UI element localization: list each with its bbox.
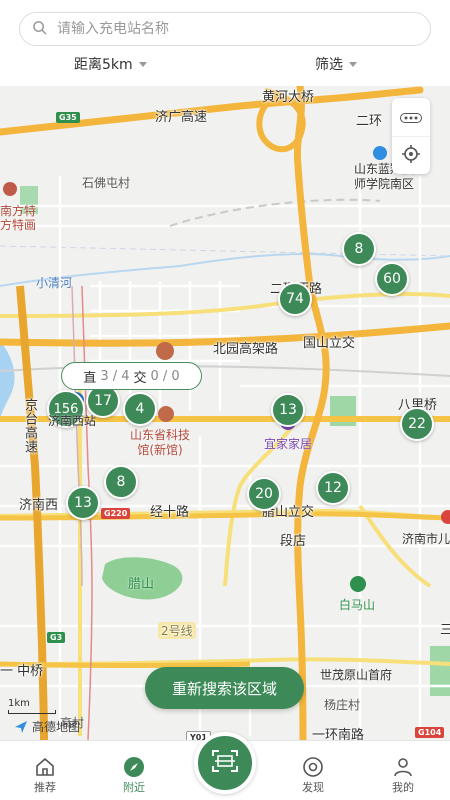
station-marker[interactable]: 8 (342, 232, 376, 266)
tab-discover[interactable]: 发现 (283, 755, 343, 795)
user-icon (373, 755, 433, 779)
search-input[interactable] (57, 21, 397, 37)
more-button[interactable] (392, 98, 430, 136)
filter-row: 距离5km 筛选 (0, 54, 450, 76)
research-area-button[interactable]: 重新搜索该区域 (145, 667, 304, 709)
distance-filter-label: 距离5km (74, 57, 133, 73)
scale-bar (8, 710, 56, 714)
map-provider-label: 高德地图 (32, 720, 81, 734)
poi-jinan-city[interactable]: 济南市儿 (402, 530, 450, 547)
road-label-zhongqiao: 一 中桥 (0, 664, 44, 679)
map-tools (392, 98, 430, 174)
station-marker[interactable]: 22 (400, 407, 434, 441)
poi-government-icon (156, 342, 174, 360)
locate-icon (401, 144, 421, 168)
tab-recommend-label: 推荐 (34, 781, 56, 794)
road-label-yihuannan: 一环南路 (312, 728, 365, 740)
tab-discover-label: 发现 (302, 781, 324, 794)
poi-lashan[interactable]: 腊山 (128, 573, 154, 592)
road-label-beiyuan: 北园高架路 (213, 342, 279, 357)
station-marker[interactable]: 60 (375, 262, 409, 296)
poi-nanfang[interactable]: 南方特 方特画 (0, 204, 36, 232)
road-label-jinan-west: 济南西 (19, 498, 59, 513)
distance-filter[interactable]: 距离5km (74, 54, 147, 74)
more-icon (400, 108, 422, 127)
poi-science-museum[interactable]: 山东省科技 馆(新馆) (130, 428, 190, 458)
road-label-san: 三 (440, 623, 450, 638)
tab-mine[interactable]: 我的 (373, 755, 433, 795)
search-box[interactable] (19, 12, 431, 46)
tab-nearby[interactable]: 附近 (104, 755, 164, 795)
chevron-down-icon (349, 61, 357, 67)
locate-button[interactable] (392, 136, 430, 174)
top-bar: 距离5km 筛选 (0, 0, 450, 86)
g104-shield: G104 (415, 727, 445, 738)
map-view[interactable]: G35 G220 G3 G104 Y01 2号线 济广高速 黄河大桥 二环 二环… (0, 86, 450, 740)
more-filter[interactable]: 筛选 (315, 54, 357, 74)
tab-recommend[interactable]: 推荐 (15, 755, 75, 795)
g35-shield: G35 (56, 112, 80, 123)
g220-shield: G220 (101, 508, 131, 519)
poi-xiaoqinghe[interactable]: 小清河 (36, 274, 72, 291)
scale-label: 1km (8, 698, 30, 709)
poi-park-icon (3, 182, 17, 196)
amap-logo-icon (15, 720, 27, 733)
station-marker[interactable]: 8 (104, 465, 138, 499)
poi-hospital-icon (441, 510, 450, 524)
tab-nearby-label: 附近 (123, 781, 145, 794)
search-icon (32, 20, 47, 39)
road-label-guoshan: 国山立交 (303, 336, 356, 351)
road-label-huanghe-bridge: 黄河大桥 (262, 90, 315, 105)
station-marker[interactable]: 20 (247, 477, 281, 511)
station-marker[interactable]: 13 (271, 393, 305, 427)
app-root: 距离5km 筛选 (0, 0, 450, 800)
poi-baimashan[interactable]: 白马山 (339, 596, 375, 613)
map-scale: 1km (8, 698, 56, 714)
station-marker[interactable]: 13 (66, 486, 100, 520)
tooltip-zhi-label: 直 (83, 370, 97, 386)
poi-yangzhuang[interactable]: 杨庄村 (324, 696, 360, 713)
station-marker[interactable]: 74 (278, 282, 312, 316)
road-label-duandian: 段店 (280, 534, 307, 549)
poi-museum-icon (158, 406, 174, 422)
road-label-jingtai: 京台高速 (22, 398, 37, 454)
poi-school-icon (373, 146, 387, 160)
poi-yijia[interactable]: 宜家家居 (264, 435, 312, 452)
g3-shield: G3 (47, 632, 66, 643)
poi-shifo[interactable]: 石佛屯村 (82, 174, 130, 191)
discover-icon (283, 755, 343, 779)
metro-line-label: 2号线 (158, 622, 196, 639)
poi-shimao[interactable]: 世茂原山首府 (320, 666, 392, 683)
tooltip-zhi-value: 3 / 4 (100, 368, 130, 384)
tooltip-jiao-label: 交 (133, 370, 147, 386)
chevron-down-icon (138, 61, 147, 67)
road-label-jingshi: 经十路 (150, 505, 190, 520)
more-filter-label: 筛选 (315, 57, 343, 73)
map-provider-logo: 高德地图 (14, 718, 80, 735)
scan-button[interactable] (194, 732, 256, 794)
poi-mountain-icon (350, 576, 366, 592)
road-label-jiguang: 济广高速 (155, 110, 208, 125)
road-label-erhuan: 二环 (356, 114, 383, 129)
compass-icon (104, 755, 164, 779)
poi-xi-station[interactable]: 济南西站 (48, 412, 96, 429)
scan-icon (211, 749, 239, 777)
station-marker[interactable]: 12 (316, 471, 350, 505)
tooltip-jiao-value: 0 / 0 (150, 368, 180, 384)
station-tooltip[interactable]: 直 3 / 4 交 0 / 0 (61, 362, 202, 390)
tab-mine-label: 我的 (392, 781, 414, 794)
home-icon (15, 755, 75, 779)
station-marker[interactable]: 4 (123, 392, 157, 426)
